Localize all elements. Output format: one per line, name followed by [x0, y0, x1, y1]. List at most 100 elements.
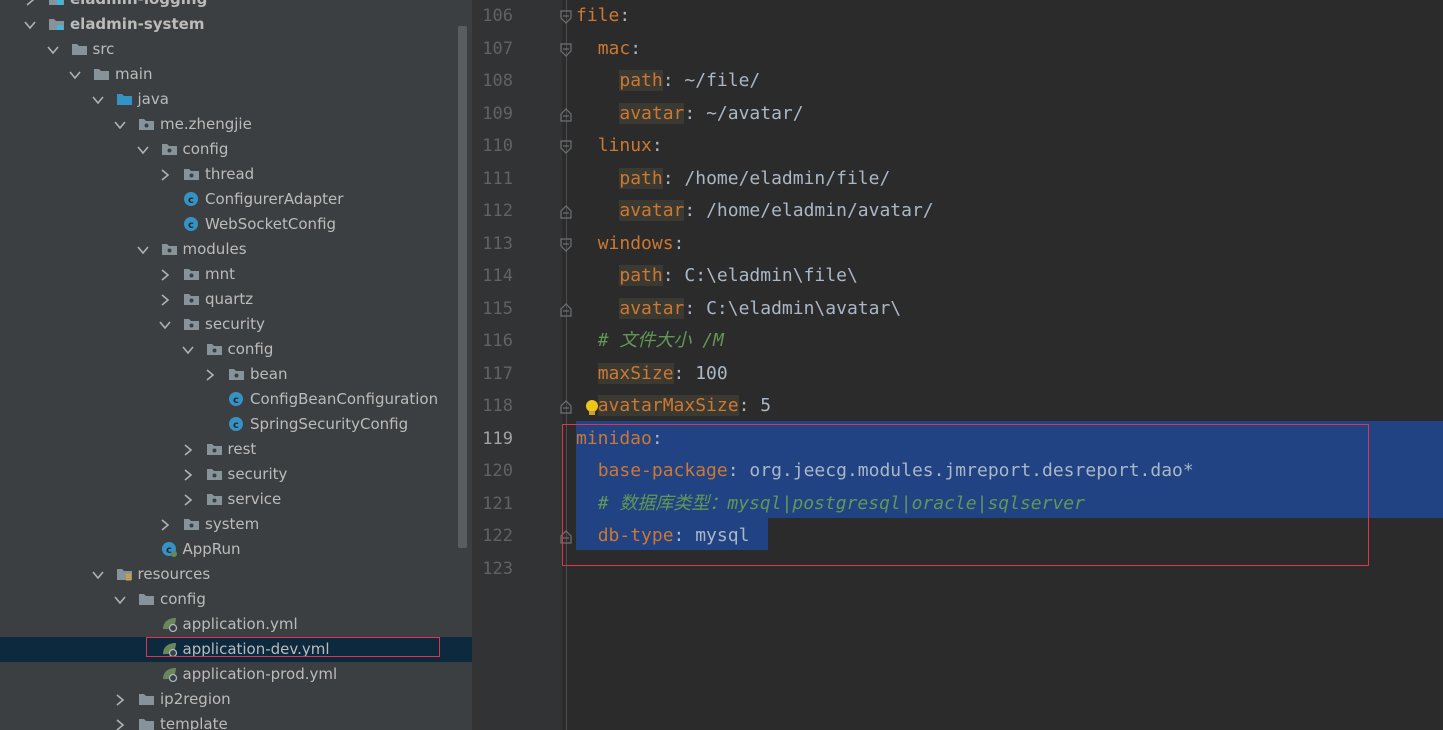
tree-item-label: SpringSecurityConfig — [250, 415, 409, 433]
code-line[interactable]: 109 avatar: ~/avatar/ — [472, 98, 1443, 131]
chevron-right-icon[interactable] — [114, 717, 126, 730]
line-number: 115 — [482, 298, 513, 319]
code-text: avatar: ~/avatar/ — [576, 102, 804, 125]
code-line[interactable]: 112 avatar: /home/eladmin/avatar/ — [472, 195, 1443, 228]
code-token: : C:\eladmin\file\ — [662, 265, 858, 286]
chevron-down-icon[interactable] — [181, 342, 194, 356]
code-editor[interactable]: 106 file: 107 mac: 108 path: ~/file/109 ava… — [472, 0, 1443, 730]
tree-item[interactable]: c ConfigurerAdapter — [0, 187, 472, 212]
code-line[interactable]: 110 linux: — [472, 130, 1443, 163]
tree-item[interactable]: config — [0, 587, 472, 612]
tree-item[interactable]: me.zhengjie — [0, 112, 472, 137]
code-line[interactable]: 115 avatar: C:\eladmin\avatar\ — [472, 293, 1443, 326]
java-class-icon: c — [228, 391, 245, 407]
tree-item[interactable]: c SpringSecurityConfig — [0, 412, 472, 437]
package-icon — [228, 366, 245, 382]
chevron-down-icon[interactable] — [24, 17, 36, 31]
fold-marker-icon[interactable] — [559, 399, 573, 414]
tree-item[interactable]: resources — [0, 562, 472, 587]
code-text: mac: — [576, 38, 641, 60]
tree-scrollbar[interactable] — [458, 26, 467, 548]
code-line[interactable]: 114 path: C:\eladmin\file\ — [472, 260, 1443, 293]
tree-item[interactable]: c ConfigBeanConfiguration — [0, 387, 472, 412]
line-number: 121 — [482, 493, 513, 514]
chevron-down-icon[interactable] — [136, 242, 149, 256]
tree-item[interactable]: eladmin-system — [0, 12, 472, 37]
code-line[interactable]: 108 path: ~/file/ — [472, 65, 1443, 98]
chevron-right-icon[interactable] — [24, 0, 36, 6]
fold-marker-icon[interactable] — [559, 107, 573, 122]
code-text: avatarMaxSize: 5 — [576, 395, 771, 417]
code-token: : ~/avatar/ — [684, 102, 804, 124]
code-line[interactable]: 106 file: — [472, 0, 1443, 33]
fold-marker-icon[interactable] — [559, 204, 573, 219]
tree-item[interactable]: mnt — [0, 262, 472, 287]
tree-item[interactable]: rest — [0, 437, 472, 462]
tree-item[interactable]: service — [0, 487, 472, 512]
tree-item[interactable]: config — [0, 337, 472, 362]
tree-item[interactable]: application.yml — [0, 612, 472, 637]
tree-item-label: config — [227, 340, 274, 358]
code-line[interactable]: 111 path: /home/eladmin/file/ — [472, 163, 1443, 196]
fold-marker-icon[interactable] — [559, 9, 573, 24]
chevron-right-icon[interactable] — [159, 517, 171, 531]
code-line[interactable]: 116 # 文件大小 /M — [472, 325, 1443, 358]
chevron-down-icon[interactable] — [114, 117, 126, 131]
tree-item[interactable]: src — [0, 37, 472, 62]
chevron-down-icon[interactable] — [46, 42, 59, 56]
chevron-down-icon[interactable] — [69, 67, 81, 81]
tree-item[interactable]: security — [0, 312, 472, 337]
chevron-down-icon[interactable] — [114, 592, 126, 606]
tree-item[interactable]: quartz — [0, 287, 472, 312]
line-number: 116 — [482, 331, 513, 351]
code-line[interactable]: 118 avatarMaxSize: 5 — [472, 390, 1443, 423]
tree-item[interactable]: template — [0, 712, 472, 730]
tree-item[interactable]: java — [0, 87, 472, 112]
tree-item[interactable]: thread — [0, 162, 472, 187]
fold-marker-icon[interactable] — [559, 42, 573, 57]
tree-item[interactable]: main — [0, 62, 472, 87]
chevron-right-icon[interactable] — [159, 267, 171, 281]
code-line[interactable]: 113 windows: — [472, 228, 1443, 261]
lightbulb-icon[interactable] — [585, 399, 599, 417]
code-token: avatarMaxSize — [597, 395, 739, 416]
tree-item[interactable]: eladmin-logging — [0, 0, 472, 12]
code-text: # 文件大小 /M — [576, 330, 724, 352]
chevron-down-icon[interactable] — [136, 142, 149, 156]
fold-marker-icon[interactable] — [559, 237, 573, 252]
chevron-right-icon[interactable] — [204, 367, 216, 381]
tree-item[interactable]: system — [0, 512, 472, 537]
chevron-down-icon[interactable] — [159, 317, 171, 331]
chevron-down-icon[interactable] — [91, 92, 104, 106]
folder-icon — [138, 691, 155, 707]
chevron-right-icon[interactable] — [182, 492, 194, 506]
tree-item[interactable]: modules — [0, 237, 472, 262]
tree-item[interactable]: ip2region — [0, 687, 472, 712]
chevron-right-icon[interactable] — [114, 692, 126, 706]
tree-item[interactable]: c AppRun — [0, 537, 472, 562]
code-line[interactable]: 117 maxSize: 100 — [472, 358, 1443, 391]
code-text: linux: — [576, 135, 663, 157]
chevron-right-icon[interactable] — [159, 292, 171, 306]
tree-item-label: service — [227, 490, 282, 508]
tree-item[interactable]: config — [0, 137, 472, 162]
project-tree-panel[interactable]: eladmin-logging eladmin-system src main java… — [0, 0, 472, 730]
fold-marker-icon[interactable] — [559, 139, 573, 154]
tree-item[interactable]: c WebSocketConfig — [0, 212, 472, 237]
chevron-down-icon[interactable] — [91, 567, 104, 581]
code-token: maxSize — [597, 362, 674, 384]
chevron-right-icon[interactable] — [182, 467, 194, 481]
fold-marker-icon[interactable] — [559, 302, 573, 317]
tree-item[interactable]: application-prod.yml — [0, 662, 472, 687]
line-number: 120 — [482, 461, 513, 481]
tree-item-label: src — [92, 40, 115, 58]
tree-item[interactable]: security — [0, 462, 472, 487]
chevron-right-icon[interactable] — [182, 442, 194, 456]
code-line[interactable]: 107 mac: — [472, 33, 1443, 66]
tree-item[interactable]: bean — [0, 362, 472, 387]
chevron-right-icon[interactable] — [159, 167, 171, 181]
spring-yml-icon — [161, 666, 178, 683]
